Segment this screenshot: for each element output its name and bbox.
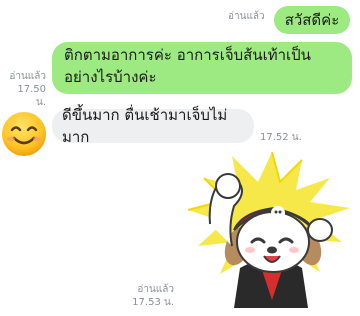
message-time: 17.52 น. [260, 132, 302, 143]
message-text: สวัสดีค่ะ [284, 11, 340, 29]
pirate-dog-sticker-icon [187, 151, 350, 308]
message-text: ดีขึ้นมาก ตื่นเช้ามาเจ็บไม่มาก [62, 106, 228, 146]
message-text-line: อย่างไรบ้างค่ะ [64, 68, 157, 86]
sticker-message[interactable] [180, 150, 355, 310]
message-text-line: ติกตามอาการค่ะ อาการเจ็บส้นเท้าเป็น [64, 46, 311, 64]
message-bubble-outgoing[interactable]: ติกตามอาการค่ะ อาการเจ็บส้นเท้าเป็น อย่า… [52, 42, 352, 94]
read-receipt: อ่านแล้ว [137, 284, 174, 295]
read-receipt: อ่านแล้ว [228, 11, 265, 22]
message-bubble-incoming[interactable]: ดีขึ้นมาก ตื่นเช้ามาเจ็บไม่มาก [52, 106, 254, 146]
contact-avatar-emoji[interactable] [0, 110, 48, 158]
read-receipt: อ่านแล้ว [9, 71, 46, 82]
smiling-face-icon [2, 112, 46, 156]
message-time: 17.53 น. [132, 297, 174, 308]
message-bubble-outgoing[interactable]: สวัสดีค่ะ [274, 6, 350, 34]
message-time: 17.50 น. [17, 84, 46, 108]
